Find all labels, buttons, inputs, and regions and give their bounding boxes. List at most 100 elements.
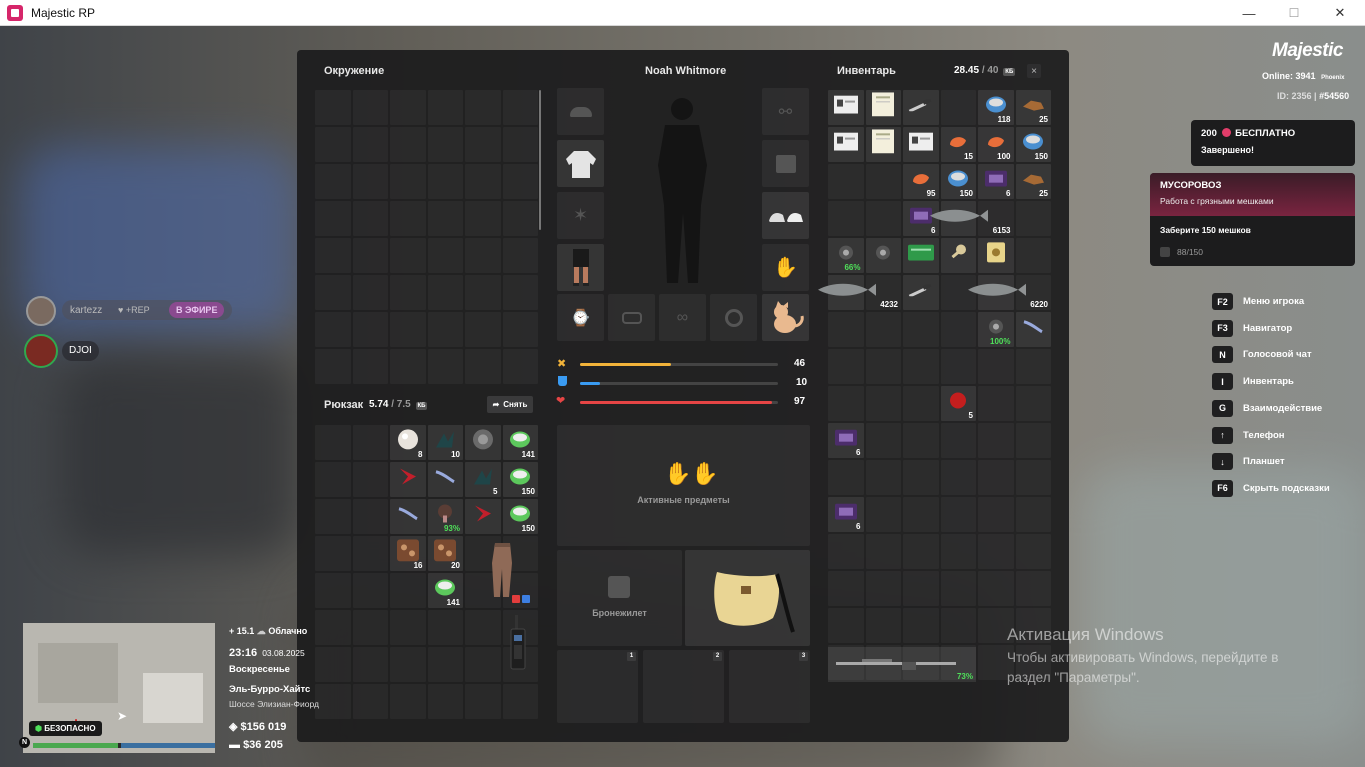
backpack-cell[interactable]	[390, 499, 426, 534]
environment-cell[interactable]	[352, 312, 388, 347]
slot-glasses[interactable]: ⚯	[762, 88, 809, 135]
environment-cell[interactable]	[465, 90, 501, 125]
inventory-cell[interactable]	[1015, 423, 1051, 458]
inventory-cell[interactable]: 118	[978, 90, 1014, 125]
inventory-cell[interactable]: 6	[828, 423, 864, 458]
inventory-cell[interactable]	[978, 534, 1014, 569]
inventory-cell[interactable]	[940, 238, 976, 273]
inventory-cell[interactable]	[828, 349, 864, 384]
environment-cell[interactable]	[315, 164, 351, 199]
pants-item[interactable]	[486, 539, 519, 602]
inventory-cell[interactable]	[828, 90, 864, 125]
backpack-cell[interactable]	[427, 647, 463, 682]
backpack-cell[interactable]: 93%	[427, 499, 463, 534]
environment-cell[interactable]	[315, 127, 351, 162]
slot-watch[interactable]: ⌚	[557, 294, 604, 341]
inventory-cell[interactable]	[865, 238, 901, 273]
backpack-cell[interactable]	[390, 647, 426, 682]
environment-cell[interactable]	[465, 127, 501, 162]
active-items-zone[interactable]: ✋✋ Активные предметы	[557, 425, 810, 546]
inventory-cell[interactable]	[828, 386, 864, 421]
environment-cell[interactable]	[427, 275, 463, 310]
environment-cell[interactable]	[352, 90, 388, 125]
environment-cell[interactable]	[427, 127, 463, 162]
inventory-cell[interactable]	[828, 608, 864, 643]
environment-cell[interactable]	[315, 312, 351, 347]
backpack-cell[interactable]: 5	[465, 462, 501, 497]
inventory-cell[interactable]	[978, 349, 1014, 384]
environment-scrollbar[interactable]	[539, 90, 541, 230]
inventory-cell[interactable]: 100	[978, 127, 1014, 162]
inventory-cell[interactable]: 66%	[828, 238, 864, 273]
inventory-cell[interactable]	[865, 90, 901, 125]
environment-cell[interactable]	[465, 201, 501, 236]
backpack-cell[interactable]	[390, 462, 426, 497]
inventory-cell[interactable]	[828, 164, 864, 199]
backpack-cell[interactable]: 16	[390, 536, 426, 571]
inventory-cell[interactable]	[940, 423, 976, 458]
inventory-cell[interactable]	[940, 460, 976, 495]
environment-cell[interactable]	[315, 90, 351, 125]
slot-earrings[interactable]: ∞	[659, 294, 706, 341]
backpack-cell[interactable]: 20	[427, 536, 463, 571]
environment-cell[interactable]	[352, 164, 388, 199]
backpack-cell[interactable]	[465, 610, 501, 645]
inventory-close-button[interactable]: ×	[1027, 64, 1041, 78]
backpack-cell[interactable]	[352, 425, 388, 460]
backpack-cell[interactable]	[352, 499, 388, 534]
close-window-button[interactable]: ✕	[1317, 0, 1363, 26]
inventory-cell[interactable]	[865, 534, 901, 569]
job-card[interactable]: МУСОРОВОЗ Работа с грязными мешками Забе…	[1150, 173, 1355, 266]
environment-cell[interactable]	[427, 238, 463, 273]
maximize-button[interactable]: ☐	[1271, 0, 1317, 26]
inventory-cell[interactable]	[865, 164, 901, 199]
backpack-cell[interactable]	[465, 425, 501, 460]
radio-item[interactable]	[507, 615, 529, 673]
slot-hat[interactable]	[557, 88, 604, 135]
inventory-cell[interactable]	[903, 386, 939, 421]
environment-cell[interactable]	[315, 275, 351, 310]
environment-cell[interactable]	[502, 349, 538, 384]
reward-notification[interactable]: 200 БЕСПЛАТНО Завершено!	[1191, 120, 1355, 166]
environment-cell[interactable]	[502, 275, 538, 310]
task-checkbox[interactable]	[1160, 247, 1170, 257]
inventory-cell[interactable]	[940, 608, 976, 643]
slot-pet[interactable]	[762, 294, 809, 341]
backpack-cell[interactable]	[315, 647, 351, 682]
slot-pants[interactable]	[557, 244, 604, 291]
inventory-cell[interactable]	[1015, 386, 1051, 421]
backpack-cell[interactable]: 141	[502, 425, 538, 460]
slot-bracelet[interactable]	[710, 294, 757, 341]
environment-cell[interactable]	[502, 312, 538, 347]
backpack-cell[interactable]	[352, 684, 388, 719]
inventory-cell[interactable]	[865, 497, 901, 532]
inventory-cell[interactable]	[903, 534, 939, 569]
inventory-cell[interactable]	[940, 312, 976, 347]
inventory-cell[interactable]: 25	[1015, 164, 1051, 199]
backpack-cell[interactable]	[352, 647, 388, 682]
inventory-cell[interactable]	[828, 460, 864, 495]
minimize-button[interactable]: —	[1226, 0, 1272, 26]
slot-badge[interactable]: ✶	[557, 192, 604, 239]
inventory-cell[interactable]	[865, 349, 901, 384]
backpack-cell[interactable]	[390, 573, 426, 608]
inventory-cell[interactable]	[865, 460, 901, 495]
inventory-cell[interactable]	[940, 90, 976, 125]
inventory-cell[interactable]	[940, 534, 976, 569]
inventory-cell[interactable]	[1015, 571, 1051, 606]
slot-shoes[interactable]	[762, 192, 809, 239]
environment-cell[interactable]	[465, 349, 501, 384]
inventory-cell[interactable]: 6	[978, 164, 1014, 199]
inventory-cell[interactable]	[940, 349, 976, 384]
inventory-cell[interactable]: 100%	[978, 312, 1014, 347]
inventory-cell[interactable]	[903, 275, 939, 310]
backpack-cell[interactable]	[315, 573, 351, 608]
backpack-cell[interactable]	[315, 499, 351, 534]
environment-cell[interactable]	[465, 312, 501, 347]
inventory-cell[interactable]	[978, 497, 1014, 532]
bag-slot[interactable]	[685, 550, 810, 646]
environment-cell[interactable]	[390, 312, 426, 347]
environment-cell[interactable]	[390, 164, 426, 199]
inventory-cell[interactable]	[828, 312, 864, 347]
slot-mask[interactable]	[608, 294, 655, 341]
